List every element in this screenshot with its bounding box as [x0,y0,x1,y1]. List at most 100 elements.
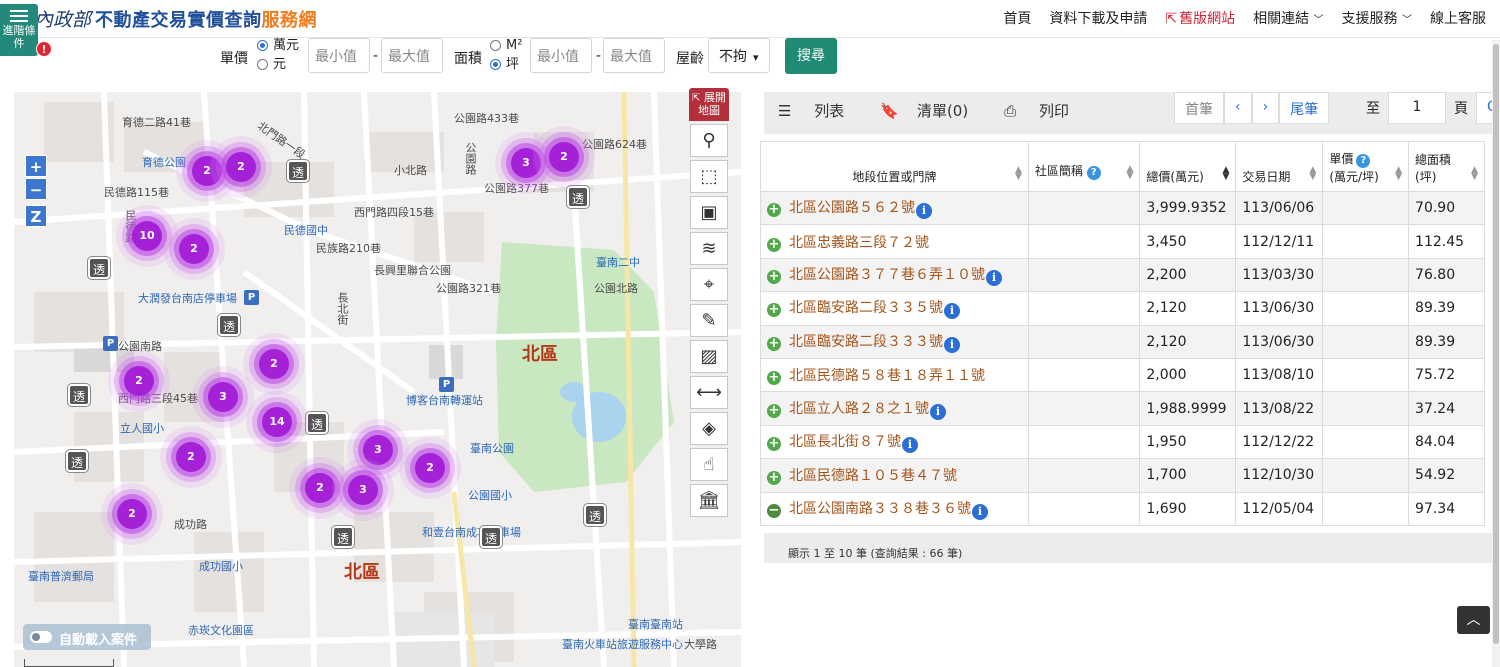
transit-stop-icon[interactable]: 透 [567,186,589,208]
address-link[interactable]: 北區民德路１０５巷４７號 [789,468,957,484]
locate-icon[interactable]: ⌖ [690,268,728,301]
expand-icon[interactable]: + [767,237,781,252]
prev-page-button[interactable]: ‹ [1224,92,1252,124]
transit-stop-icon[interactable]: 透 [332,526,354,548]
expand-icon[interactable]: + [767,403,781,418]
cell-address[interactable]: + 北區臨安路二段３３５號 i [760,291,1029,326]
table-row[interactable]: + 北區臨安路二段３３５號 i 2,120 113/06/30 89.39 [760,291,1485,326]
table-row[interactable]: + 北區臨安路二段３３３號 i 2,120 113/06/30 89.39 [760,324,1485,359]
cluster-marker[interactable]: 2 [259,349,289,379]
draw-icon[interactable]: ✎ [690,304,728,337]
zoom-out-button[interactable]: − [25,178,47,200]
nav-online-service[interactable]: 線上客服 [1430,8,1486,28]
transit-stop-icon[interactable]: 透 [306,412,328,434]
page-scrollbar[interactable] [1492,40,1500,667]
zoom-reset-button[interactable]: Z [25,205,47,227]
expand-map-button[interactable]: ⇱ 展開地圖 [689,88,729,121]
area-min-input[interactable]: 最小值 [530,38,592,73]
table-row[interactable]: + 北區民德路５８巷１８弄１１號 2,000 113/08/10 75.72 [760,357,1485,393]
info-icon[interactable]: i [916,203,932,220]
address-link[interactable]: 北區忠義路三段７２號 [789,235,929,251]
transit-stop-icon[interactable]: 透 [584,504,606,526]
address-link[interactable]: 北區立人路２８之１號 [789,401,929,417]
table-row[interactable]: + 北區公園路５６２號 i 3,999.9352 113/06/06 70.90 [760,190,1485,226]
col-area[interactable]: 總面積 (坪) ▲ ▼ [1408,141,1485,192]
cell-address[interactable]: − 北區公園南路３３８巷３６號 i [760,491,1029,526]
table-row[interactable]: − 北區公園南路３３８巷３６號 i 1,690 112/05/04 97.34 [760,491,1485,526]
select-rect-icon[interactable]: ⬚ [690,160,728,193]
table-row[interactable]: + 北區民德路１０５巷４７號 1,700 112/10/30 54.92 [760,458,1485,493]
transit-stop-icon[interactable]: 透 [480,526,502,548]
cluster-marker[interactable]: 10 [132,221,162,251]
transit-stop-icon[interactable]: 透 [287,160,309,182]
address-link[interactable]: 北區臨安路二段３３５號 [789,300,943,316]
expand-icon[interactable]: + [767,269,781,284]
expand-icon[interactable]: + [767,471,781,486]
layers-icon[interactable]: ≋ [690,232,728,265]
zoom-in-button[interactable]: + [25,155,47,177]
cluster-marker[interactable]: 2 [179,234,209,264]
cluster-marker[interactable]: 14 [262,407,292,437]
unit-price-min-input[interactable]: 最小值 [308,38,370,73]
address-link[interactable]: 北區長北街８７號 [789,434,901,450]
first-page-button[interactable]: 首筆 [1174,92,1224,124]
tab-bookmarks[interactable]: 🔖 清單(0) [880,100,986,121]
site-logo[interactable]: 內政部 不動產交易實價查詢 服務網 [8,5,317,32]
transit-stop-icon[interactable]: 透 [66,450,88,472]
col-unit-price[interactable]: 單價? (萬元/坪) ▲ ▼ [1322,141,1410,192]
table-row[interactable]: + 北區立人路２８之１號 i 1,988.9999 113/08/22 37.24 [760,391,1485,426]
expand-icon[interactable]: + [767,336,781,351]
nav-old-site[interactable]: 舊版網站 [1165,8,1235,28]
info-icon[interactable]: i [902,436,918,453]
area-max-input[interactable]: 最大值 [603,38,665,73]
address-link[interactable]: 北區公園路５６２號 [789,200,915,216]
advanced-filter-button[interactable]: 進階條件 [0,4,38,56]
page-number-input[interactable]: 1 [1388,92,1446,124]
landmark-icon[interactable]: 🏛 [690,484,728,517]
address-link[interactable]: 北區公園路３７７巷６弄１０號 [789,267,985,283]
expand-icon[interactable]: + [767,303,781,318]
nav-related-links[interactable]: 相關連結 ﹀ [1253,8,1323,28]
cluster-marker[interactable]: 2 [305,473,335,503]
cluster-marker[interactable]: 2 [415,453,445,483]
cluster-marker[interactable]: 2 [117,499,147,529]
info-icon[interactable]: i [986,269,1002,286]
address-link[interactable]: 北區臨安路二段３３３號 [789,334,943,350]
help-icon[interactable]: ? [1086,166,1101,180]
nav-support[interactable]: 支援服務 ﹀ [1342,8,1412,28]
cell-address[interactable]: + 北區民德路１０５巷４７號 [760,458,1029,493]
pointer-icon[interactable]: ☝ [690,448,728,481]
info-icon[interactable]: i [944,336,960,353]
cluster-marker[interactable]: 3 [208,382,238,412]
cluster-marker[interactable]: 2 [124,366,154,396]
col-total-price[interactable]: 總價(萬元) ▲ ▼ [1139,141,1237,192]
last-page-button[interactable]: 尾筆 [1279,92,1330,124]
address-link[interactable]: 北區公園南路３３８巷３６號 [789,501,971,517]
cluster-marker[interactable]: 2 [176,442,206,472]
expand-icon[interactable]: + [767,203,781,218]
collapse-icon[interactable]: − [767,503,781,518]
cluster-marker[interactable]: 2 [549,142,579,172]
nav-home[interactable]: 首頁 [1003,8,1031,28]
select-area-icon[interactable]: ▣ [690,196,728,229]
radio-square-meter[interactable]: M² [490,36,522,55]
tab-list[interactable]: ☰ 列表 [778,100,862,121]
next-page-button[interactable]: › [1251,92,1280,124]
search-button[interactable]: 搜尋 [785,38,837,74]
transit-stop-icon[interactable]: 透 [218,314,240,336]
cell-address[interactable]: + 北區臨安路二段３３３號 i [760,324,1029,359]
building-age-select[interactable]: 不拘 [708,38,770,73]
cluster-marker[interactable]: 3 [511,148,541,178]
cell-address[interactable]: + 北區忠義路三段７２號 [760,224,1029,259]
nav-data-download[interactable]: 資料下載及申請 [1049,8,1147,28]
expand-icon[interactable]: + [767,436,781,451]
cell-address[interactable]: + 北區立人路２８之１號 i [760,391,1029,426]
table-row[interactable]: + 北區忠義路三段７２號 3,450 112/12/11 112.45 [760,224,1485,259]
cluster-marker[interactable]: 2 [226,152,256,182]
cell-address[interactable]: + 北區公園路５６２號 i [760,190,1029,226]
table-row[interactable]: + 北區長北街８７號 i 1,950 112/12/22 84.04 [760,424,1485,460]
measure-icon[interactable]: ⟷ [690,376,728,409]
help-icon[interactable]: ? [1356,154,1371,168]
radio-yuan[interactable]: 元 [257,55,299,74]
hatch-icon[interactable]: ▨ [690,340,728,373]
